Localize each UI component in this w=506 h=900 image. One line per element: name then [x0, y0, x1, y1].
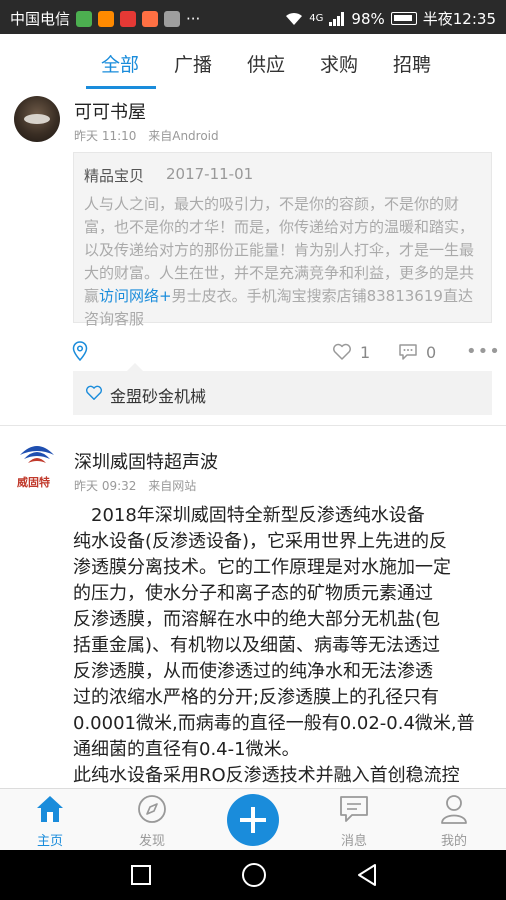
status-bar: 中国电信 ··· 4G 98% 半夜12:35: [0, 0, 506, 34]
post-body[interactable]: 2018年深圳威固特全新型反渗透纯水设备 纯水设备(反渗透设备)，它采用世界上先…: [73, 503, 498, 789]
user-icon: [441, 795, 467, 824]
app-notification-icon: [76, 10, 93, 27]
nav-profile[interactable]: 我的: [414, 789, 494, 851]
create-post-button[interactable]: [227, 794, 279, 846]
more-options-icon[interactable]: •••: [466, 341, 501, 362]
network-type: 4G: [309, 13, 324, 24]
battery-icon: [390, 12, 417, 25]
comment-icon[interactable]: [398, 343, 418, 361]
post-body-line: 过的浓缩水严格的分开;反渗透膜上的孔径只有: [73, 687, 440, 708]
post-body-line: 0.0001微米,而病毒的直径一般有0.02-0.4微米,普: [73, 713, 475, 734]
tab-purchase[interactable]: 求购: [320, 50, 358, 77]
post-body-line: 通细菌的直径有0.4-1微米。: [73, 739, 300, 760]
post-body-line: 2018年深圳威固特全新型反渗透纯水设备: [73, 505, 425, 526]
quoted-post-date: 2017-11-01: [166, 165, 254, 183]
post-body-line: 的压力，使水分子和离子态的矿物质元素通过: [73, 583, 433, 604]
avatar[interactable]: [14, 96, 60, 142]
post-source: 来自Android: [148, 129, 219, 143]
post-body-line: 纯水设备(反渗透设备)，它采用世界上先进的反: [73, 531, 448, 552]
post-time: 昨天 09:32: [74, 479, 137, 493]
post-meta: 昨天 11:10 来自Android: [74, 127, 219, 144]
post-body-line: 此纯水设备采用RO反渗透技术并融入首创稳流控: [73, 765, 460, 786]
location-icon[interactable]: [72, 341, 88, 361]
nav-label: 发现: [138, 834, 165, 849]
tab-recruit[interactable]: 招聘: [393, 50, 431, 77]
tab-all[interactable]: 全部: [101, 50, 139, 77]
company-logo-icon: [20, 446, 54, 463]
nav-home[interactable]: 主页: [10, 789, 90, 851]
app-notification-icon: [142, 10, 159, 27]
liked-by-user[interactable]: 金盟砂金机械: [110, 383, 206, 407]
avatar[interactable]: 威固特: [14, 441, 60, 489]
app-notification-icon: [164, 10, 181, 27]
bottom-navigation: 主页 发现 消息 我的: [0, 788, 506, 850]
tab-supply[interactable]: 供应: [247, 50, 285, 77]
quoted-post-text: 人与人之间，最大的吸引力，不是你的容颜，不是你的财富，也不是你的才华！而是，你传…: [84, 193, 486, 331]
home-circle-icon[interactable]: [242, 863, 266, 887]
home-icon: [37, 796, 63, 822]
nav-label: 我的: [440, 834, 467, 849]
message-icon: [340, 796, 368, 822]
post-body-line: 括重金属)、有机物以及细菌、病毒等无法透过: [73, 635, 441, 656]
app-notification-icon: [98, 10, 115, 27]
liked-by-bar: 金盟砂金机械: [73, 363, 492, 415]
recent-apps-icon[interactable]: [131, 865, 151, 885]
back-icon[interactable]: [356, 863, 378, 887]
tab-active-indicator: [86, 86, 156, 89]
heart-icon: [86, 385, 102, 400]
carrier-label: 中国电信: [10, 10, 71, 28]
system-navigation-bar: [0, 850, 506, 900]
comment-count: 0: [426, 343, 437, 362]
nav-discover[interactable]: 发现: [112, 789, 192, 851]
post-body-line: 反渗透膜，从而使渗透过的纯净水和无法渗透: [73, 661, 433, 682]
nav-label: 主页: [36, 834, 63, 849]
like-count: 1: [360, 343, 371, 362]
tab-broadcast[interactable]: 广播: [174, 50, 212, 77]
logo-text: 威固特: [17, 476, 50, 489]
nav-label: 消息: [340, 834, 367, 849]
app-notification-icon: [120, 10, 137, 27]
post-source: 来自网站: [148, 479, 197, 493]
post-meta: 昨天 09:32 来自网站: [74, 477, 196, 494]
wifi-icon: [286, 12, 303, 25]
signal-icon: [329, 11, 345, 26]
quoted-link[interactable]: 访问网络+: [99, 287, 172, 305]
clock: 半夜12:35: [422, 10, 496, 28]
compass-icon: [138, 795, 166, 823]
divider: [0, 425, 506, 426]
quoted-post[interactable]: 精品宝贝 2017-11-01 人与人之间，最大的吸引力，不是你的容颜，不是你的…: [73, 152, 492, 328]
category-tabs: 全部 广播 供应 求购 招聘: [0, 34, 506, 90]
post-author[interactable]: 深圳威固特超声波: [74, 448, 218, 474]
nav-messages[interactable]: 消息: [314, 789, 394, 851]
post-author[interactable]: 可可书屋: [74, 98, 146, 124]
heart-icon[interactable]: [332, 343, 352, 361]
quoted-post-author[interactable]: 精品宝贝: [84, 165, 144, 186]
more-notifications-icon: ···: [186, 9, 201, 28]
post-body-line: 渗透膜分离技术。它的工作原理是对水施加一定: [73, 557, 451, 578]
post-actions: 1 0 •••: [0, 341, 506, 365]
post-body-line: 反渗透膜，而溶解在水中的绝大部分无机盐(包: [73, 609, 441, 630]
post-time: 昨天 11:10: [74, 129, 137, 143]
battery-percent: 98%: [351, 9, 385, 28]
